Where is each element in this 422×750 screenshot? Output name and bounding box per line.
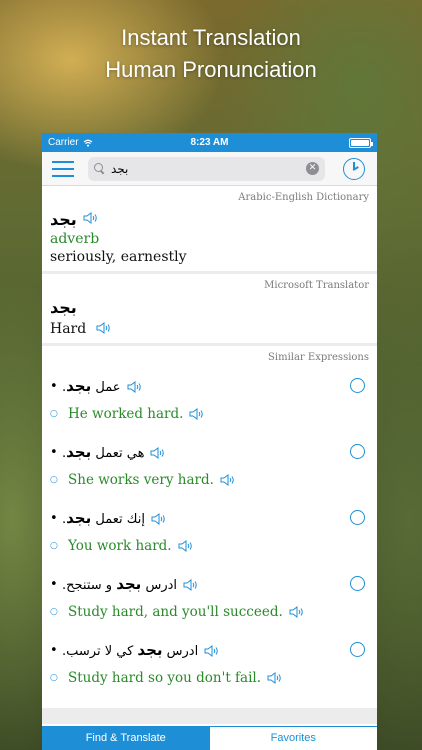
bullet-icon: • [50, 643, 58, 658]
hollow-bullet-icon: ○ [50, 409, 58, 419]
headline-line-1: Instant Translation [121, 25, 301, 50]
tab-favorites[interactable]: Favorites [209, 727, 377, 750]
english-translation: Study hard, and you'll succeed. [68, 604, 283, 620]
favorite-radio-icon[interactable] [350, 642, 365, 657]
arabic-expression: إنك تعمل بجد. [62, 509, 145, 527]
hollow-bullet-icon: ○ [50, 541, 58, 551]
similar-expression-item: • هي تعمل بجد. ○ She works very hard. [50, 434, 369, 500]
english-translation: You work hard. [68, 538, 172, 554]
dictionary-headword: بجد [50, 210, 77, 229]
arabic-expression: ادرس بجد و ستنجح. [62, 575, 177, 593]
speaker-icon[interactable] [96, 321, 112, 335]
similar-expressions-title: Similar Expressions [268, 352, 369, 363]
translator-source-word: بجد [50, 298, 77, 317]
search-icon [94, 163, 105, 174]
bullet-icon: • [50, 379, 58, 394]
arabic-expression: هي تعمل بجد. [62, 443, 145, 461]
english-translation: He worked hard. [68, 406, 184, 422]
translator-result: Hard [50, 321, 87, 337]
tab-find-translate[interactable]: Find & Translate [42, 727, 210, 750]
arabic-expression: عمل بجد. [62, 377, 121, 395]
hollow-bullet-icon: ○ [50, 475, 58, 485]
promo-headline: Instant Translation Human Pronunciation [0, 22, 422, 86]
translator-card: Microsoft Translator بجد Hard [42, 274, 377, 343]
speaker-icon[interactable] [183, 578, 199, 592]
speaker-icon[interactable] [289, 605, 305, 619]
bullet-icon: • [50, 511, 58, 526]
carrier-label: Carrier [48, 137, 79, 148]
history-clock-icon[interactable] [343, 157, 365, 180]
speaker-icon[interactable] [83, 211, 99, 225]
speaker-icon[interactable] [189, 407, 205, 421]
favorite-radio-icon[interactable] [350, 510, 365, 525]
wifi-icon [83, 139, 92, 147]
search-bar[interactable]: ✕ [88, 156, 325, 181]
speaker-icon[interactable] [267, 671, 283, 685]
similar-expressions-list: • عمل بجد. ○ He worked hard. • هي تعمل بجد. ○ S… [50, 368, 369, 698]
part-of-speech: adverb [50, 231, 100, 247]
status-bar: Carrier 8:23 AM [42, 133, 377, 152]
bullet-icon: • [50, 445, 58, 460]
results-list: Arabic-English Dictionary بجد adverb ser… [42, 186, 377, 724]
similar-expression-item: • ادرس بجد كي لا ترسب. ○ Study hard so you … [50, 632, 369, 698]
speaker-icon[interactable] [151, 512, 167, 526]
arabic-expression: ادرس بجد كي لا ترسب. [62, 641, 199, 659]
clear-search-icon[interactable]: ✕ [306, 162, 319, 175]
speaker-icon[interactable] [204, 644, 220, 658]
hamburger-menu-icon[interactable] [52, 160, 74, 177]
toolbar: ✕ [42, 152, 377, 186]
hollow-bullet-icon: ○ [50, 607, 58, 617]
battery-icon [349, 137, 373, 148]
app-screen: Carrier 8:23 AM ✕ Arabic-English Diction… [42, 133, 377, 750]
english-translation: Study hard so you don't fail. [68, 670, 262, 686]
favorite-radio-icon[interactable] [350, 444, 365, 459]
speaker-icon[interactable] [178, 539, 194, 553]
similar-expression-item: • إنك تعمل بجد. ○ You work hard. [50, 500, 369, 566]
speaker-icon[interactable] [220, 473, 236, 487]
bullet-icon: • [50, 577, 58, 592]
english-translation: She works very hard. [68, 472, 214, 488]
similar-expressions-card: Similar Expressions • عمل بجد. ○ He worked … [42, 346, 377, 708]
search-input[interactable] [111, 161, 300, 176]
favorite-radio-icon[interactable] [350, 576, 365, 591]
similar-expression-item: • عمل بجد. ○ He worked hard. [50, 368, 369, 434]
speaker-icon[interactable] [127, 380, 143, 394]
similar-expression-item: • ادرس بجد و ستنجح. ○ Study hard, and you'l… [50, 566, 369, 632]
dictionary-card: Arabic-English Dictionary بجد adverb ser… [42, 186, 377, 271]
speaker-icon[interactable] [150, 446, 166, 460]
headline-line-2: Human Pronunciation [105, 57, 317, 82]
dictionary-source-label: Arabic-English Dictionary [238, 192, 369, 203]
hollow-bullet-icon: ○ [50, 673, 58, 683]
dictionary-meaning: seriously, earnestly [50, 249, 187, 265]
translator-source-label: Microsoft Translator [264, 280, 369, 291]
favorite-radio-icon[interactable] [350, 378, 365, 393]
tab-bar: Find & Translate Favorites [42, 726, 377, 750]
